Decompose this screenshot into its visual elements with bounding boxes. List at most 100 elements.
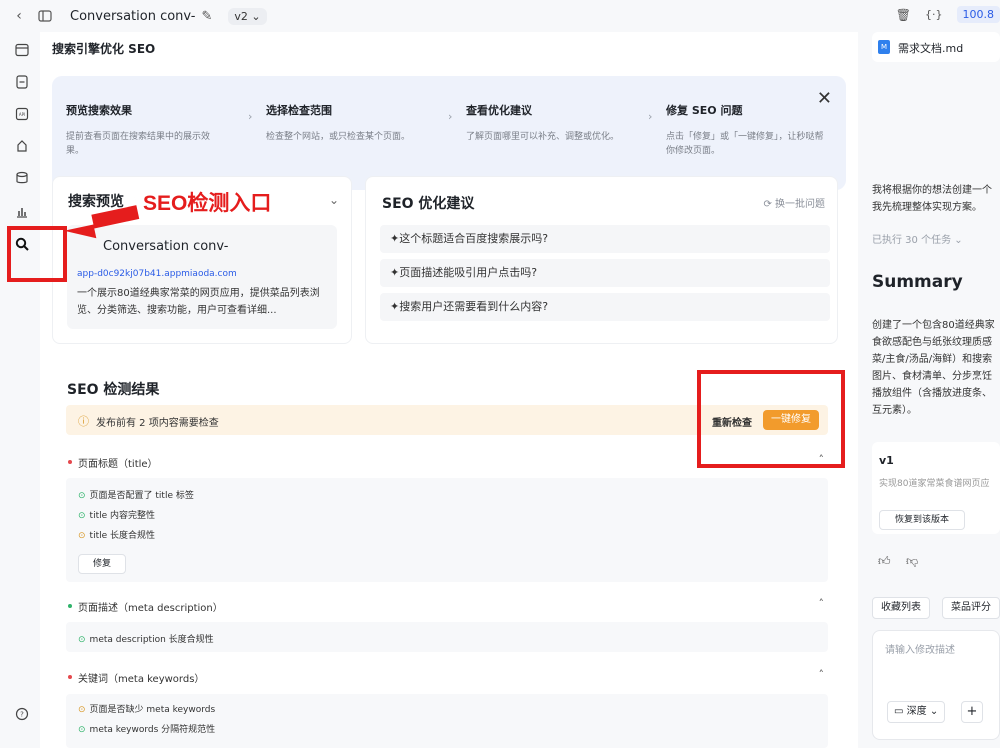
credit-badge: 100.8 [956, 6, 1000, 23]
warning-circle-icon: ⊙ [78, 705, 86, 715]
analytics-icon[interactable] [14, 204, 30, 220]
close-icon[interactable]: ✕ [817, 88, 832, 109]
browser-icon[interactable] [14, 42, 30, 58]
preview-url: app-d0c92kj07b41.appmiaoda.com [77, 269, 237, 279]
section-title: 关键词（meta keywords） [78, 674, 205, 685]
assistant-intro: 我将根据你的想法创建一个 我先梳理整体实现方案。 [872, 185, 992, 213]
delete-icon[interactable]: 🗑 [896, 8, 911, 22]
step-desc: 点击「修复」或「一键修复」，让秒哒帮 你修改页面。 [666, 132, 824, 156]
step-title: 选择检查范围 [266, 104, 332, 117]
input-placeholder: 请输入修改描述 [885, 645, 955, 656]
status-dot [68, 460, 72, 464]
section-body: ⊙ meta description 长度合规性 [66, 622, 828, 652]
annotation-label: SEO检测入口 [143, 192, 272, 215]
check-circle-icon: ⊙ [78, 635, 86, 645]
help-icon[interactable]: ? [14, 706, 30, 722]
steps-banner: 预览搜索效果 提前查看页面在搜索结果中的展示效 果。 › 选择检查范围 检查整个网… [52, 76, 846, 190]
refresh-label: 换一批问题 [775, 199, 825, 210]
preview-site-title: Conversation conv- [103, 239, 229, 254]
check-circle-icon: ⊙ [78, 725, 86, 735]
requirement-doc-card[interactable]: M 需求文档.md [872, 32, 1000, 62]
seo-suggestions-card: SEO 优化建议 ⟳ 换一批问题 ✦这个标题适合百度搜索展示吗? ✦页面描述能吸… [365, 176, 838, 344]
markdown-file-icon: M [878, 40, 890, 54]
depth-select[interactable]: ▭ 深度 ⌄ [887, 701, 946, 723]
version-card: v1 实现80道家常菜食谱网页应 恢复到该版本 [872, 442, 1000, 534]
results-title: SEO 检测结果 [67, 382, 160, 398]
annotation-arrow-icon [64, 193, 140, 239]
check-item: ⊙ 页面是否配置了 title 标签 [78, 491, 194, 501]
document-icon[interactable] [14, 74, 30, 90]
status-dot [68, 604, 72, 608]
chevron-right-icon: › [248, 110, 253, 123]
step-fix: 修复 SEO 问题 点击「修复」或「一键修复」，让秒哒帮 你修改页面。 [666, 102, 856, 158]
conversation-title: Conversation conv- [70, 8, 196, 24]
warning-circle-icon: ⊙ [78, 531, 86, 541]
warning-text: 发布前有 2 项内容需要检查 [96, 418, 219, 429]
summary-title: Summary [872, 272, 963, 292]
check-circle-icon: ⊙ [78, 491, 86, 501]
version-select[interactable]: v2 ⌄ [228, 7, 267, 25]
info-icon: ⓘ [78, 415, 89, 428]
sidebar-toggle-icon[interactable] [36, 7, 54, 25]
svg-text:?: ? [20, 711, 24, 719]
suggestion-question[interactable]: ✦这个标题适合百度搜索展示吗? [380, 225, 830, 253]
thumbs-up-icon[interactable]: 👍︎ [878, 554, 891, 569]
code-icon[interactable]: {·} [925, 8, 943, 21]
section-title: 页面标题（title） [78, 459, 158, 470]
suggestions-title: SEO 优化建议 [382, 196, 475, 212]
check-item: ⊙ 页面是否缺少 meta keywords [78, 705, 216, 715]
svg-text:API: API [19, 112, 25, 117]
top-bar: ‹ Conversation conv- ✎ v2 ⌄ 🗑 {·} 100.8 [0, 0, 1000, 32]
check-item: ⊙ meta keywords 分隔符规范性 [78, 725, 216, 735]
suggestion-question[interactable]: ✦搜索用户还需要看到什么内容? [380, 293, 830, 321]
annotation-box-fix [697, 370, 845, 468]
section-meta-keywords[interactable]: 关键词（meta keywords） ˄ [66, 665, 828, 691]
suggestion-chip[interactable]: 收藏列表 [872, 597, 930, 619]
preview-description: 一个展示80道经典家常菜的网页应用，提供菜品列表浏览、分类筛选、搜索功能，用户可… [77, 288, 320, 316]
message-input[interactable]: 请输入修改描述 ▭ 深度 ⌄ + [872, 630, 1000, 740]
chevron-down-icon[interactable]: ⌄ [329, 193, 339, 207]
page-title: 搜索引擎优化 SEO [52, 42, 156, 56]
summary-text: 创建了一个包含80道经典家 食欲感配色与纸张纹理质感 菜/主食/汤品/海鲜）和搜索图… [872, 320, 995, 416]
section-body: ⊙ 页面是否配置了 title 标签 ⊙ title 内容完整性 ⊙ title 长度… [66, 478, 828, 582]
step-scope: 选择检查范围 检查整个网站，或只检查某个页面。 [266, 102, 456, 144]
database-icon[interactable] [14, 170, 30, 186]
search-result-preview: Conversation conv- app-d0c92kj07b41.appm… [67, 225, 337, 329]
check-item: ⊙ title 内容完整性 [78, 511, 156, 521]
fix-button[interactable]: 修复 [78, 554, 126, 574]
step-desc: 了解页面哪里可以补充、调整或优化。 [466, 132, 620, 142]
suggestion-chip[interactable]: 菜品评分 [942, 597, 1000, 619]
check-item: ⊙ meta description 长度合规性 [78, 635, 214, 645]
thumbs-down-icon[interactable]: 👎︎ [906, 554, 918, 569]
version-title: v1 [879, 454, 894, 467]
executed-tasks[interactable]: 已执行 30 个任务 ⌄ [872, 232, 1000, 249]
refresh-questions-button[interactable]: ⟳ 换一批问题 [763, 195, 825, 210]
chevron-up-icon[interactable]: ˄ [819, 597, 825, 610]
step-title: 查看优化建议 [466, 104, 532, 117]
suggestion-question[interactable]: ✦页面描述能吸引用户点击吗? [380, 259, 830, 287]
edit-icon[interactable]: ✎ [201, 9, 212, 24]
restore-version-button[interactable]: 恢复到该版本 [879, 510, 965, 530]
section-meta-description[interactable]: 页面描述（meta description） ˄ [66, 594, 828, 620]
version-label: v2 [234, 9, 248, 23]
version-desc: 实现80道家常菜食谱网页应 [879, 479, 990, 489]
chevron-right-icon: › [448, 110, 453, 123]
check-item: ⊙ title 长度合规性 [78, 531, 156, 541]
plugin-icon[interactable] [14, 138, 30, 154]
doc-name: 需求文档.md [898, 42, 964, 55]
chat-panel: M 需求文档.md 我将根据你的想法创建一个 我先梳理整体实现方案。 已执行 30… [858, 32, 1000, 748]
left-rail: API ? [0, 32, 40, 748]
chevron-up-icon[interactable]: ˄ [819, 668, 825, 681]
section-title: 页面描述（meta description） [78, 603, 223, 614]
step-title: 预览搜索效果 [66, 104, 132, 117]
status-dot [68, 675, 72, 679]
step-desc: 检查整个网站，或只检查某个页面。 [266, 132, 411, 142]
chevron-right-icon: › [648, 110, 653, 123]
step-desc: 提前查看页面在搜索结果中的展示效 果。 [66, 132, 211, 156]
step-suggest: 查看优化建议 了解页面哪里可以补充、调整或优化。 [466, 102, 656, 144]
section-body: ⊙ 页面是否缺少 meta keywords ⊙ meta keywords 分隔符… [66, 694, 828, 748]
plus-icon[interactable]: + [961, 701, 983, 723]
api-icon[interactable]: API [14, 106, 30, 122]
step-preview: 预览搜索效果 提前查看页面在搜索结果中的展示效 果。 [66, 102, 256, 158]
back-icon[interactable]: ‹ [10, 7, 28, 25]
